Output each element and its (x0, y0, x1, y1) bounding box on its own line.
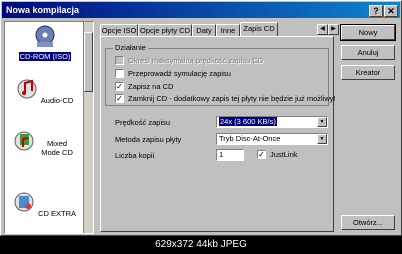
list-item-label: Audio-CD (40, 96, 74, 105)
wizard-button[interactable]: Kreator (341, 65, 395, 80)
check-mark-icon: ✓ (257, 150, 266, 159)
scrollbar-thumb[interactable] (84, 32, 93, 92)
tab-left-arrow-icon[interactable]: ◀ (317, 24, 328, 35)
list-item-label: CD EXTRA (38, 209, 76, 218)
write-cd-checkbox[interactable]: ✓ Zapisz na CD (115, 82, 327, 92)
speed-select[interactable]: 24x (3 600 KB/s) ▼ (216, 116, 328, 128)
tab-right-arrow-icon[interactable]: ▶ (328, 24, 339, 35)
cd-extra-icon (14, 192, 34, 212)
tab-dates[interactable]: Daty (192, 24, 216, 36)
tab-cd-options[interactable]: Opcje płyty CD (138, 24, 192, 36)
chevron-down-icon[interactable]: ▼ (317, 117, 327, 127)
check-mark-icon: ✓ (115, 82, 124, 91)
finalize-cd-checkbox[interactable]: ✓ Zamknij CD - dodatkowy zapis tej płyty… (115, 94, 336, 104)
simulation-checkbox[interactable]: Przeprowadź symulację zapisu (115, 69, 327, 79)
audio-cd-icon (17, 79, 37, 99)
help-button[interactable]: ? (369, 5, 383, 17)
max-speed-checkbox[interactable]: Określ maksymalną prędkość zapisu CD (115, 56, 327, 66)
checkbox-label: Określ maksymalną prędkość zapisu CD (128, 56, 264, 65)
copies-label: Liczba kopii (115, 151, 155, 160)
speed-value: 24x (3 600 KB/s) (219, 117, 277, 126)
tab-iso-options[interactable]: Opcje ISO (100, 24, 138, 36)
title-bar: Nowa kompilacja ? ✕ (2, 2, 400, 18)
list-item-label: CD-ROM (ISO) (18, 52, 72, 61)
list-item-cd-extra[interactable]: CD EXTRA (7, 190, 83, 218)
checkbox-box (115, 56, 124, 65)
tab-scroll-arrows: ◀ ▶ (317, 23, 339, 35)
method-select[interactable]: Tryb Disc-At-Once ▼ (216, 133, 328, 145)
checkbox-label: JustLink (270, 150, 298, 159)
cancel-button[interactable]: Anuluj (341, 45, 395, 60)
checkbox-box (115, 69, 124, 78)
list-item-audio-cd[interactable]: Audio-CD (7, 77, 83, 105)
copies-input[interactable]: 1 (216, 149, 244, 161)
mixed-mode-cd-icon (14, 131, 34, 151)
close-button[interactable]: ✕ (384, 5, 398, 17)
method-label: Metoda zapisu płyty (115, 135, 182, 144)
tab-other[interactable]: Inne (216, 24, 240, 36)
method-value: Tryb Disc-At-Once (219, 134, 281, 143)
compilation-type-list[interactable]: CD-ROM (ISO) Audio-CD Mixed Mode CD CD E… (4, 21, 94, 234)
new-button[interactable]: Nowy (340, 24, 396, 41)
checkbox-label: Przeprowadź symulację zapisu (128, 69, 231, 78)
copies-value: 1 (219, 150, 224, 159)
speed-label: Prędkość zapisu (115, 118, 171, 127)
checkbox-label: Zamknij CD - dodatkowy zapis tej płyty n… (128, 94, 336, 103)
justlink-checkbox[interactable]: ✓ JustLink (257, 150, 327, 160)
image-caption: 629x372 44kb JPEG (0, 236, 402, 254)
action-group-label: Działanie (113, 43, 148, 52)
list-scrollbar[interactable] (83, 22, 93, 233)
chevron-down-icon[interactable]: ▼ (317, 134, 327, 144)
dialog-window: Nowa kompilacja ? ✕ CD-ROM (ISO) Audio-C… (0, 0, 402, 236)
list-item-mixed-mode-cd[interactable]: Mixed Mode CD (7, 129, 83, 157)
open-button[interactable]: Otwórz... (341, 215, 395, 230)
disc-icon (35, 25, 55, 47)
check-mark-icon: ✓ (115, 94, 124, 103)
window-title: Nowa kompilacja (6, 5, 80, 15)
list-item-label: Mixed Mode CD (41, 139, 73, 157)
tab-cd-write[interactable]: Zapis CD (240, 22, 278, 36)
checkbox-label: Zapisz na CD (128, 82, 174, 91)
list-item-cdrom-iso[interactable]: CD-ROM (ISO) (7, 24, 83, 61)
